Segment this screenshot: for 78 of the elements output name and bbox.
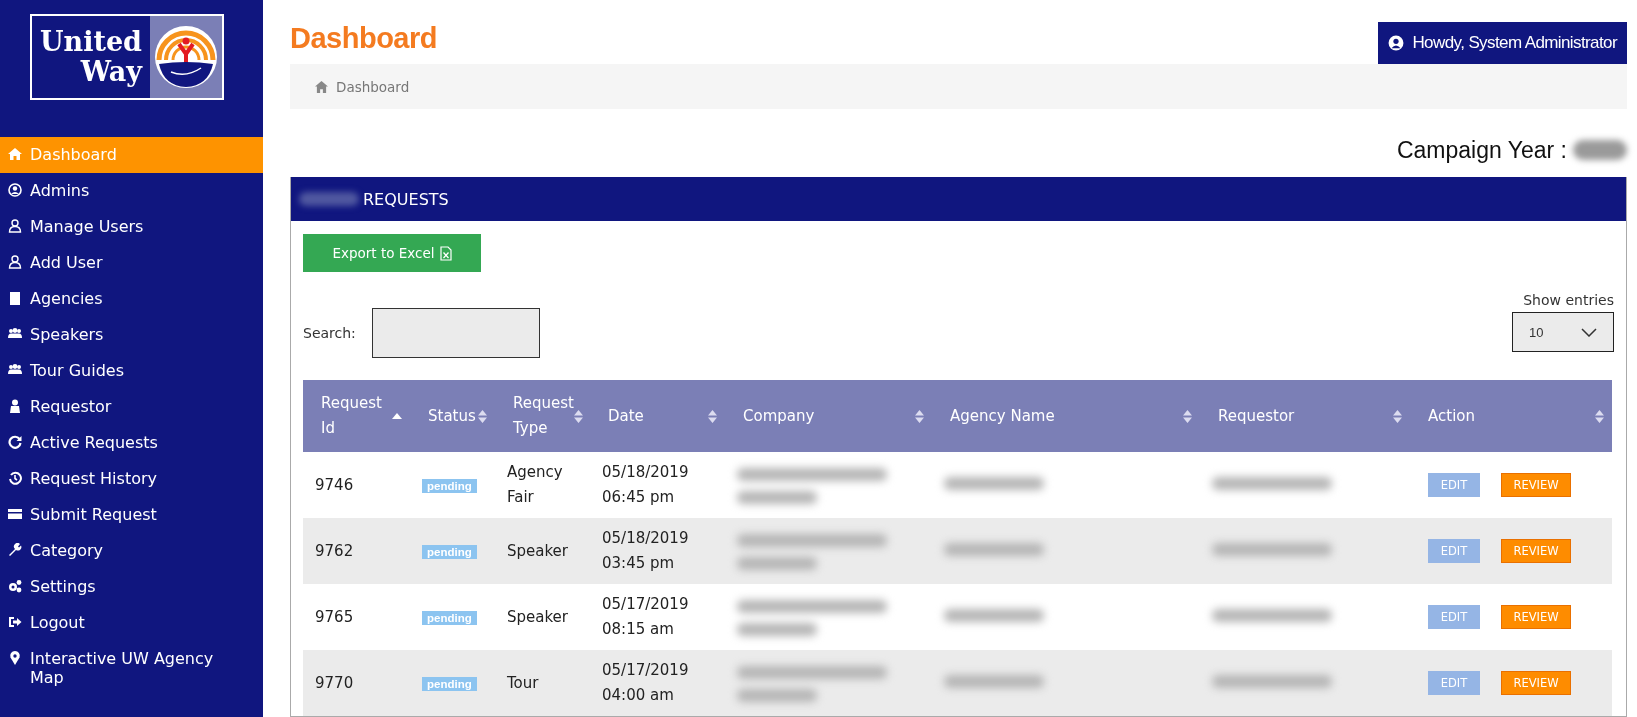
page-title: Dashboard bbox=[290, 22, 437, 55]
user-icon bbox=[8, 255, 22, 269]
sidebar-item[interactable]: Admins bbox=[0, 173, 263, 209]
review-button[interactable]: REVIEW bbox=[1501, 605, 1571, 629]
sidebar-item[interactable]: Manage Users bbox=[0, 209, 263, 245]
search-label: Search: bbox=[303, 325, 356, 341]
review-button[interactable]: REVIEW bbox=[1501, 539, 1571, 563]
status-badge: pending bbox=[422, 545, 477, 559]
logo-text: Way bbox=[80, 57, 142, 87]
export-button[interactable]: Export to Excel bbox=[303, 234, 481, 272]
logout-icon bbox=[8, 615, 22, 629]
table-cell: 05/18/2019 06:45 pm bbox=[602, 463, 689, 506]
sidebar-item[interactable]: Requestor bbox=[0, 389, 263, 425]
sidebar-item[interactable]: Add User bbox=[0, 245, 263, 281]
column-header[interactable]: Request Type bbox=[495, 380, 590, 452]
sidebar-item[interactable]: Submit Request bbox=[0, 497, 263, 533]
panel-title: REQUESTS bbox=[363, 189, 449, 209]
sidebar-item[interactable]: Request History bbox=[0, 461, 263, 497]
column-header[interactable]: Status bbox=[410, 380, 495, 452]
search-field[interactable] bbox=[371, 308, 540, 358]
column-header[interactable]: Agency Name bbox=[932, 380, 1200, 452]
wrench-icon bbox=[8, 543, 22, 557]
status-badge: pending bbox=[422, 479, 477, 493]
sidebar-item[interactable]: Dashboard bbox=[0, 137, 263, 173]
excel-file-icon bbox=[439, 245, 452, 261]
entries-select[interactable]: 10 bbox=[1512, 312, 1614, 352]
card-icon bbox=[8, 507, 22, 521]
show-entries-label: Show entries bbox=[1523, 292, 1614, 308]
status-badge: pending bbox=[422, 677, 477, 691]
table-cell: 05/17/2019 08:15 am bbox=[602, 595, 689, 638]
column-header[interactable]: Requestor bbox=[1200, 380, 1410, 452]
sidebar-item[interactable]: Speakers bbox=[0, 317, 263, 353]
column-header[interactable]: Request Id bbox=[303, 380, 410, 452]
sidebar-item[interactable]: Interactive UW Agency Map bbox=[0, 641, 263, 696]
breadcrumb-link[interactable]: Dashboard bbox=[336, 78, 410, 95]
sidebar-item[interactable]: Category bbox=[0, 533, 263, 569]
group-icon bbox=[8, 363, 22, 377]
home-icon bbox=[8, 147, 22, 161]
table-cell: Agency Fair bbox=[507, 463, 563, 506]
table-cell: 05/18/2019 03:45 pm bbox=[602, 529, 689, 572]
user-menu-button[interactable]: Howdy, System Administrator bbox=[1378, 22, 1627, 64]
column-header[interactable]: Date bbox=[590, 380, 725, 452]
column-header[interactable]: Company bbox=[725, 380, 932, 452]
table-cell: 9770 bbox=[315, 673, 354, 692]
table-cell: 9762 bbox=[315, 541, 354, 560]
review-button[interactable]: REVIEW bbox=[1501, 671, 1571, 695]
person-icon bbox=[8, 399, 22, 413]
table-cell: 9765 bbox=[315, 607, 354, 626]
history-icon bbox=[8, 471, 22, 485]
table-cell: 9746 bbox=[315, 475, 354, 494]
group-icon bbox=[8, 327, 22, 341]
rainbow-hand-icon bbox=[153, 24, 219, 90]
campaign-year-label: Campaign Year : bbox=[1396, 136, 1567, 164]
pin-icon bbox=[8, 651, 22, 665]
edit-button[interactable]: EDIT bbox=[1428, 605, 1480, 629]
edit-button[interactable]: EDIT bbox=[1428, 671, 1480, 695]
chevron-down-icon bbox=[1581, 327, 1597, 337]
user-icon bbox=[8, 219, 22, 233]
gears-icon bbox=[8, 579, 22, 593]
home-icon bbox=[315, 80, 328, 93]
table-cell: Tour bbox=[507, 673, 539, 692]
edit-button[interactable]: EDIT bbox=[1428, 539, 1480, 563]
sidebar-item[interactable]: Active Requests bbox=[0, 425, 263, 461]
table-cell: 05/17/2019 04:00 am bbox=[602, 661, 689, 704]
logo-text: United bbox=[40, 27, 142, 57]
building-icon bbox=[8, 291, 22, 305]
review-button[interactable]: REVIEW bbox=[1501, 473, 1571, 497]
sidebar-item[interactable]: Tour Guides bbox=[0, 353, 263, 389]
user-icon bbox=[1388, 35, 1405, 51]
sidebar-item[interactable]: Agencies bbox=[0, 281, 263, 317]
table-cell: Speaker bbox=[507, 607, 568, 626]
table-cell: Speaker bbox=[507, 541, 568, 560]
sidebar-item[interactable]: Settings bbox=[0, 569, 263, 605]
column-header[interactable]: Action bbox=[1410, 380, 1612, 452]
edit-button[interactable]: EDIT bbox=[1428, 473, 1480, 497]
sidebar-item[interactable]: Logout bbox=[0, 605, 263, 641]
status-badge: pending bbox=[422, 611, 477, 625]
refresh-icon bbox=[8, 435, 22, 449]
